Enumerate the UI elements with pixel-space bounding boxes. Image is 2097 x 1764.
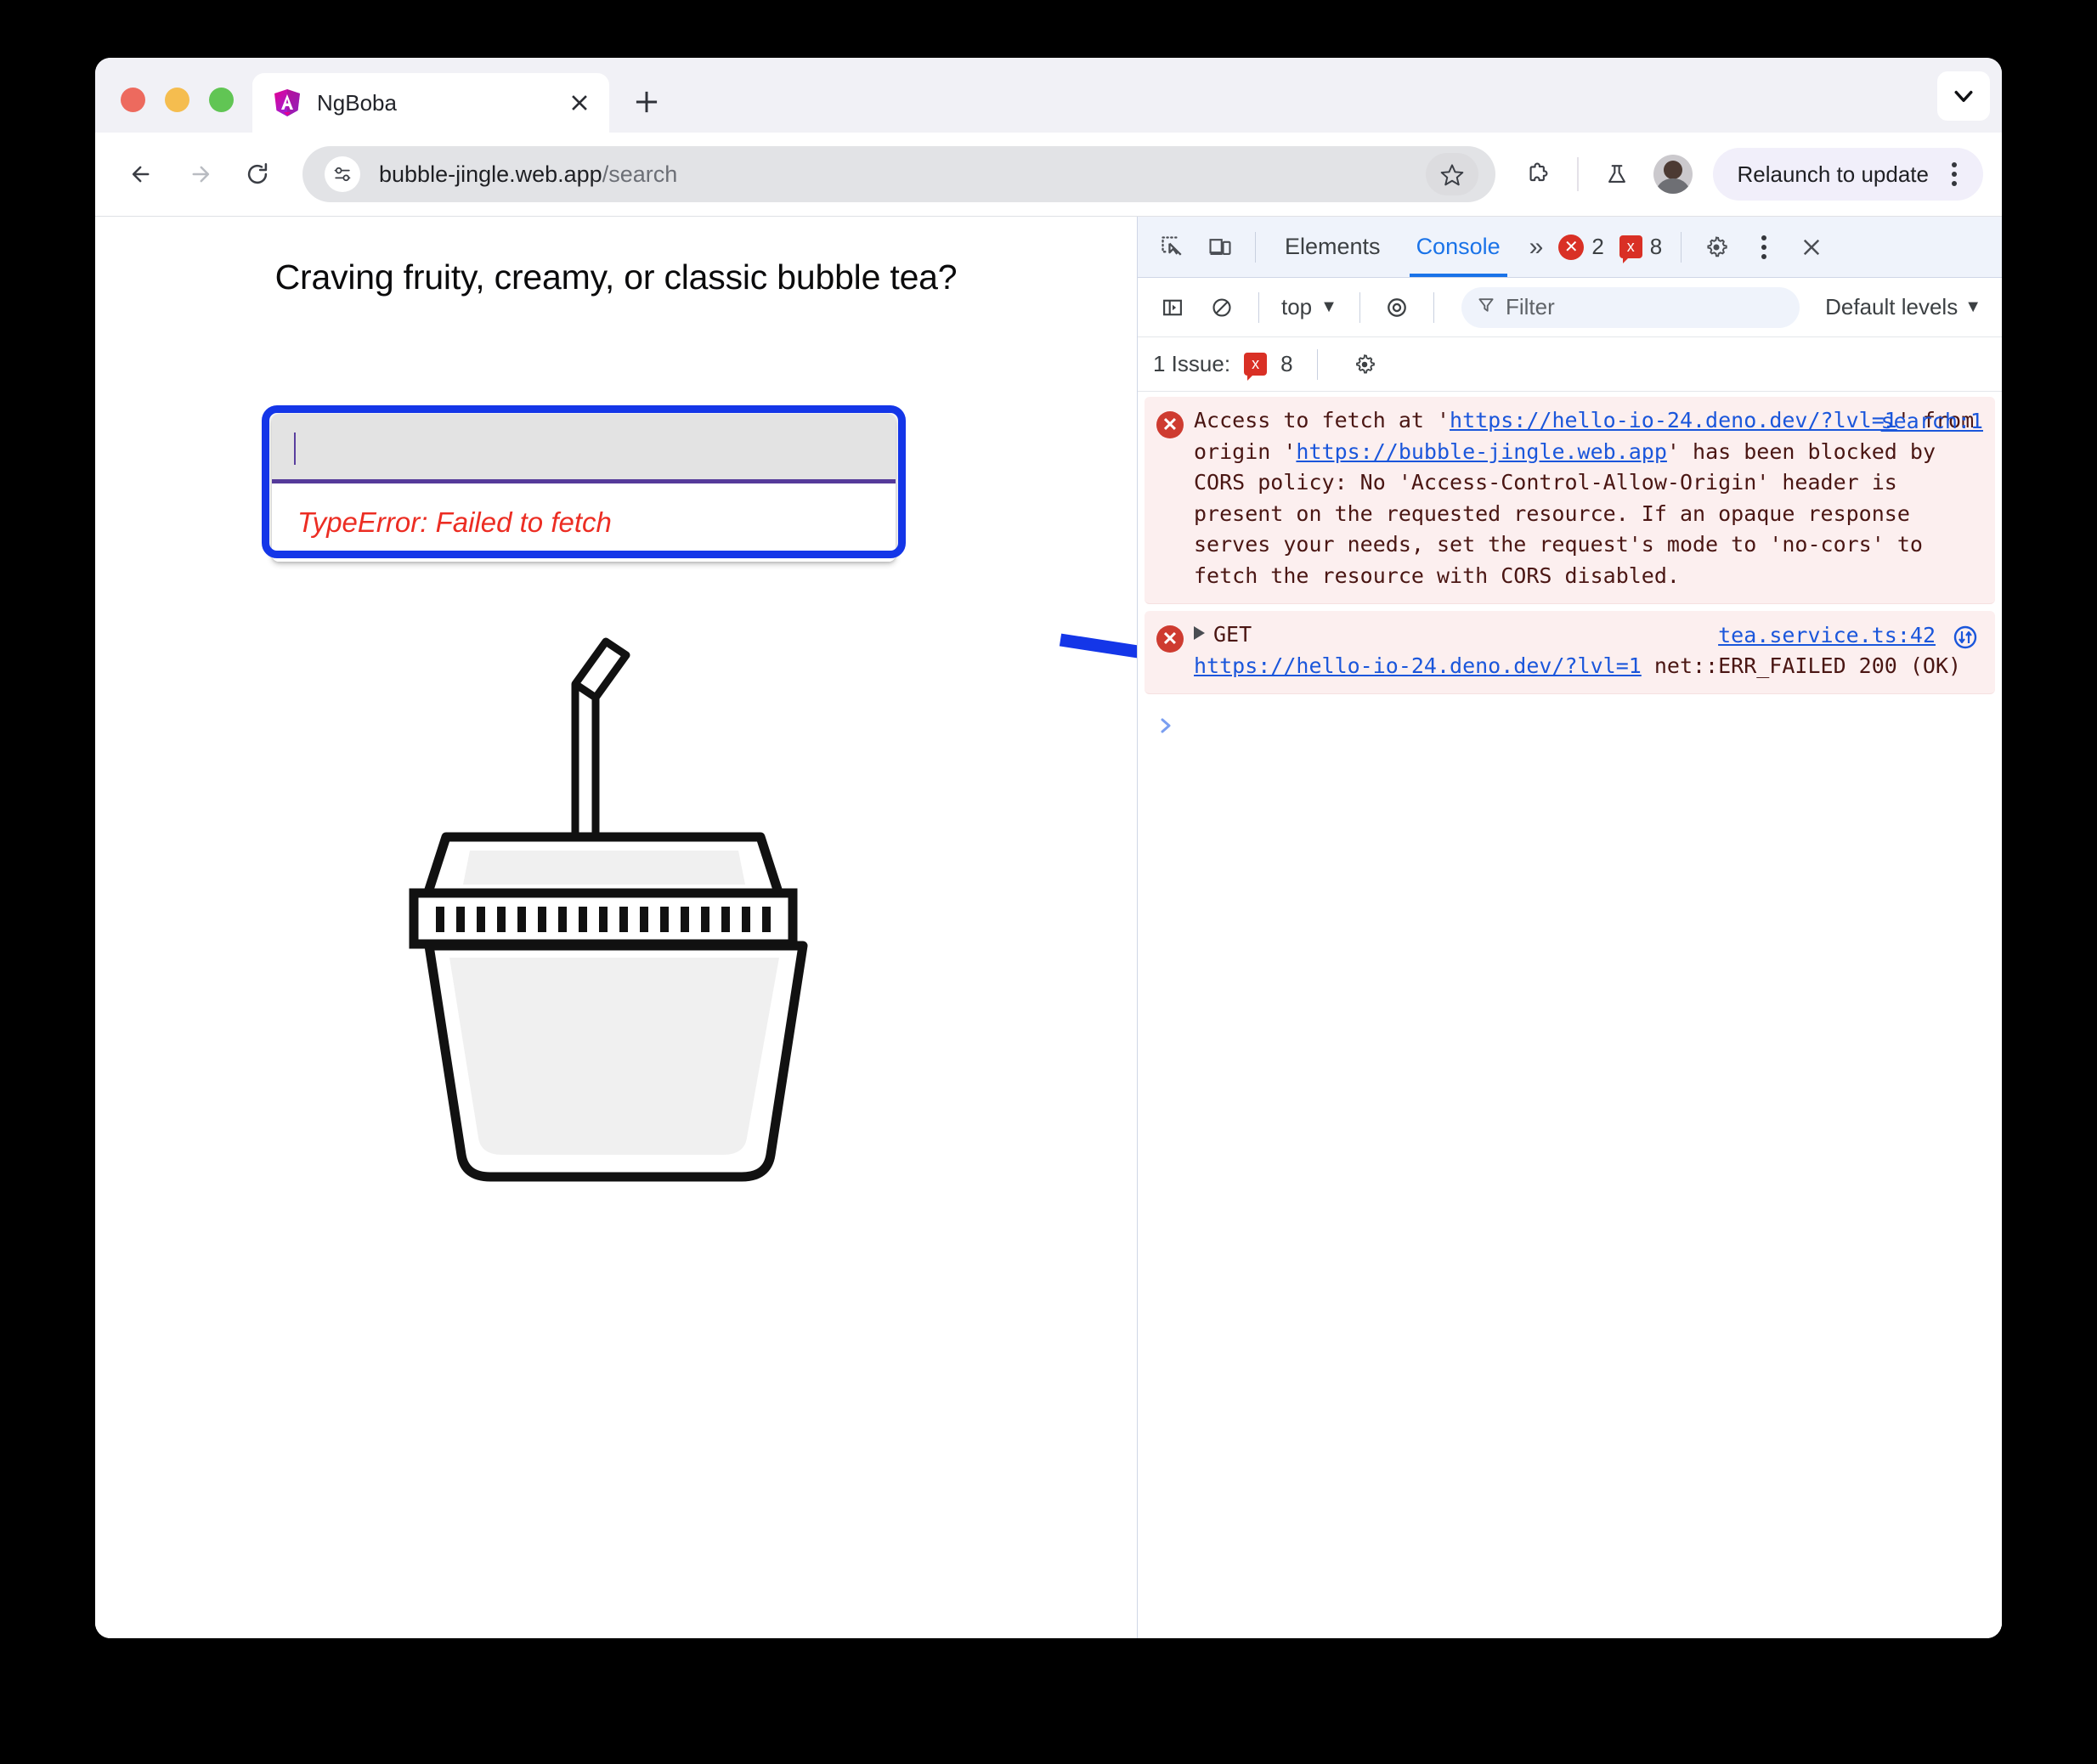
execution-context-selector[interactable]: top ▼ [1273,294,1346,320]
more-tabs-chevron-icon[interactable]: » [1519,233,1551,262]
error-count-badge[interactable]: ✕ 2 [1552,234,1610,260]
issue-bar-count: 8 [1280,351,1293,376]
reload-button[interactable] [231,148,284,201]
devtools-panel: Elements Console » ✕ 2 x 8 top ▼ Filter … [1137,217,2002,1638]
filter-funnel-icon [1477,296,1495,319]
browser-window: NgBoba bubble-jingle.web.app/search Rela… [95,58,2002,1638]
console-sidebar-icon[interactable] [1150,285,1195,331]
clear-console-icon[interactable] [1199,285,1245,331]
msg2-part0: GET [1213,622,1252,647]
issue-count-badge[interactable]: x 8 [1613,234,1669,263]
toolbar-divider-2 [1359,291,1360,323]
chevron-down-icon: ▼ [1320,297,1337,316]
expand-triangle-icon[interactable] [1194,626,1205,640]
minimize-window-button[interactable] [165,88,189,112]
toolbar-divider-1 [1258,291,1259,323]
console-log-area[interactable]: ✕ Access to fetch at 'https://hello-io-2… [1138,392,2002,1638]
chevron-right-icon [1155,715,1177,742]
error-circle-icon: ✕ [1156,411,1184,438]
issuebar-divider [1316,348,1318,380]
tab-search-chevron-down-icon[interactable] [1937,71,1990,121]
msg2-part2: net::ERR_FAILED 200 (OK) [1641,653,1962,678]
msg2-link-url[interactable]: https://hello-io-24.deno.dev/?lvl=1 [1194,653,1642,678]
page-viewport: Craving fruity, creamy, or classic bubbl… [95,217,1137,1638]
close-devtools-icon[interactable] [1789,224,1834,270]
devtools-tabbar: Elements Console » ✕ 2 x 8 [1138,217,2002,278]
console-error-message[interactable]: ✕ Access to fetch at 'https://hello-io-2… [1145,397,1995,604]
tab-elements[interactable]: Elements [1268,218,1398,277]
browser-tab[interactable]: NgBoba [252,73,609,133]
url-host: bubble-jingle.web.app [379,161,602,187]
toolbar-divider-3 [1433,291,1434,323]
network-request-icon[interactable] [1951,623,1980,652]
console-message-text: Access to fetch at 'https://hello-io-24.… [1194,405,1995,591]
avatar-body [1655,178,1692,194]
forward-button[interactable] [173,148,226,201]
device-toolbar-icon[interactable] [1197,224,1243,270]
issue-bar-label: 1 Issue: [1153,351,1231,376]
console-error-message[interactable]: ✕ GET https://hello-io-24.deno.dev/?lvl=1… [1145,611,1995,694]
issue-count-label: 8 [1649,234,1663,259]
msg1-link-origin[interactable]: https://bubble-jingle.web.app [1296,439,1667,464]
console-toolbar: top ▼ Filter Default levels ▼ [1138,278,2002,337]
tabbar-divider [1255,231,1256,263]
filter-input[interactable]: Filter [1461,286,1800,328]
close-window-button[interactable] [121,88,145,112]
content-area: Craving fruity, creamy, or classic bubbl… [95,216,2002,1638]
msg1-part0: Access to fetch at ' [1194,408,1450,433]
extensions-puzzle-icon[interactable] [1514,150,1563,199]
page-title: Craving fruity, creamy, or classic bubbl… [274,257,958,297]
context-label: top [1281,294,1313,319]
address-bar[interactable]: bubble-jingle.web.app/search [302,146,1496,202]
tab-console[interactable]: Console [1399,218,1518,277]
console-source-link[interactable]: tea.service.ts:42 [1718,623,1936,647]
kebab-menu-icon[interactable] [1936,153,1973,195]
issue-marker-icon-bar: x [1244,353,1268,381]
filter-placeholder: Filter [1505,294,1555,319]
log-levels-dropdown[interactable]: Default levels ▼ [1817,294,1990,320]
gear-icon[interactable] [1693,224,1739,270]
annotation-highlight-box [262,405,906,558]
error-circle-icon: ✕ [1156,625,1184,653]
toolbar-divider [1577,157,1580,191]
site-settings-tune-icon[interactable] [325,156,360,192]
issues-gear-icon[interactable] [1342,342,1388,387]
tabbar-divider-2 [1681,231,1682,263]
url-path: /search [602,161,678,187]
flask-icon[interactable] [1592,150,1642,199]
issue-marker-icon: x [1619,235,1642,263]
tab-strip: NgBoba [95,58,2002,133]
console-prompt[interactable] [1138,701,2002,742]
maximize-window-button[interactable] [209,88,234,112]
levels-label: Default levels [1825,294,1959,319]
close-tab-icon[interactable] [565,88,594,117]
error-circle-icon: ✕ [1558,234,1585,260]
browser-toolbar: bubble-jingle.web.app/search Relaunch to… [95,133,2002,216]
back-button[interactable] [116,148,168,201]
error-count-label: 2 [1591,234,1604,259]
angular-logo-icon [271,87,303,119]
issues-bar: 1 Issue: x 8 [1138,337,2002,392]
chevron-down-icon-levels: ▼ [1964,297,1981,316]
profile-avatar[interactable] [1653,155,1693,194]
tab-title: NgBoba [317,89,397,116]
relaunch-label: Relaunch to update [1737,161,1929,187]
msg1-link-target[interactable]: https://hello-io-24.deno.dev/?lvl=1 [1450,408,1897,433]
eye-icon[interactable] [1374,285,1420,331]
bubble-tea-cup-illustration [95,625,1137,1185]
console-source-link[interactable]: search:1 [1881,409,1983,433]
kebab-dots [1745,226,1783,269]
new-tab-button[interactable] [625,80,669,124]
bookmark-star-icon[interactable] [1426,153,1479,195]
avatar-head [1664,161,1683,179]
devtools-kebab-menu-icon[interactable] [1741,224,1787,270]
address-bar-text: bubble-jingle.web.app/search [379,161,1426,188]
window-controls [95,88,234,133]
relaunch-to-update-button[interactable]: Relaunch to update [1713,148,1983,201]
inspect-element-icon[interactable] [1150,224,1195,270]
